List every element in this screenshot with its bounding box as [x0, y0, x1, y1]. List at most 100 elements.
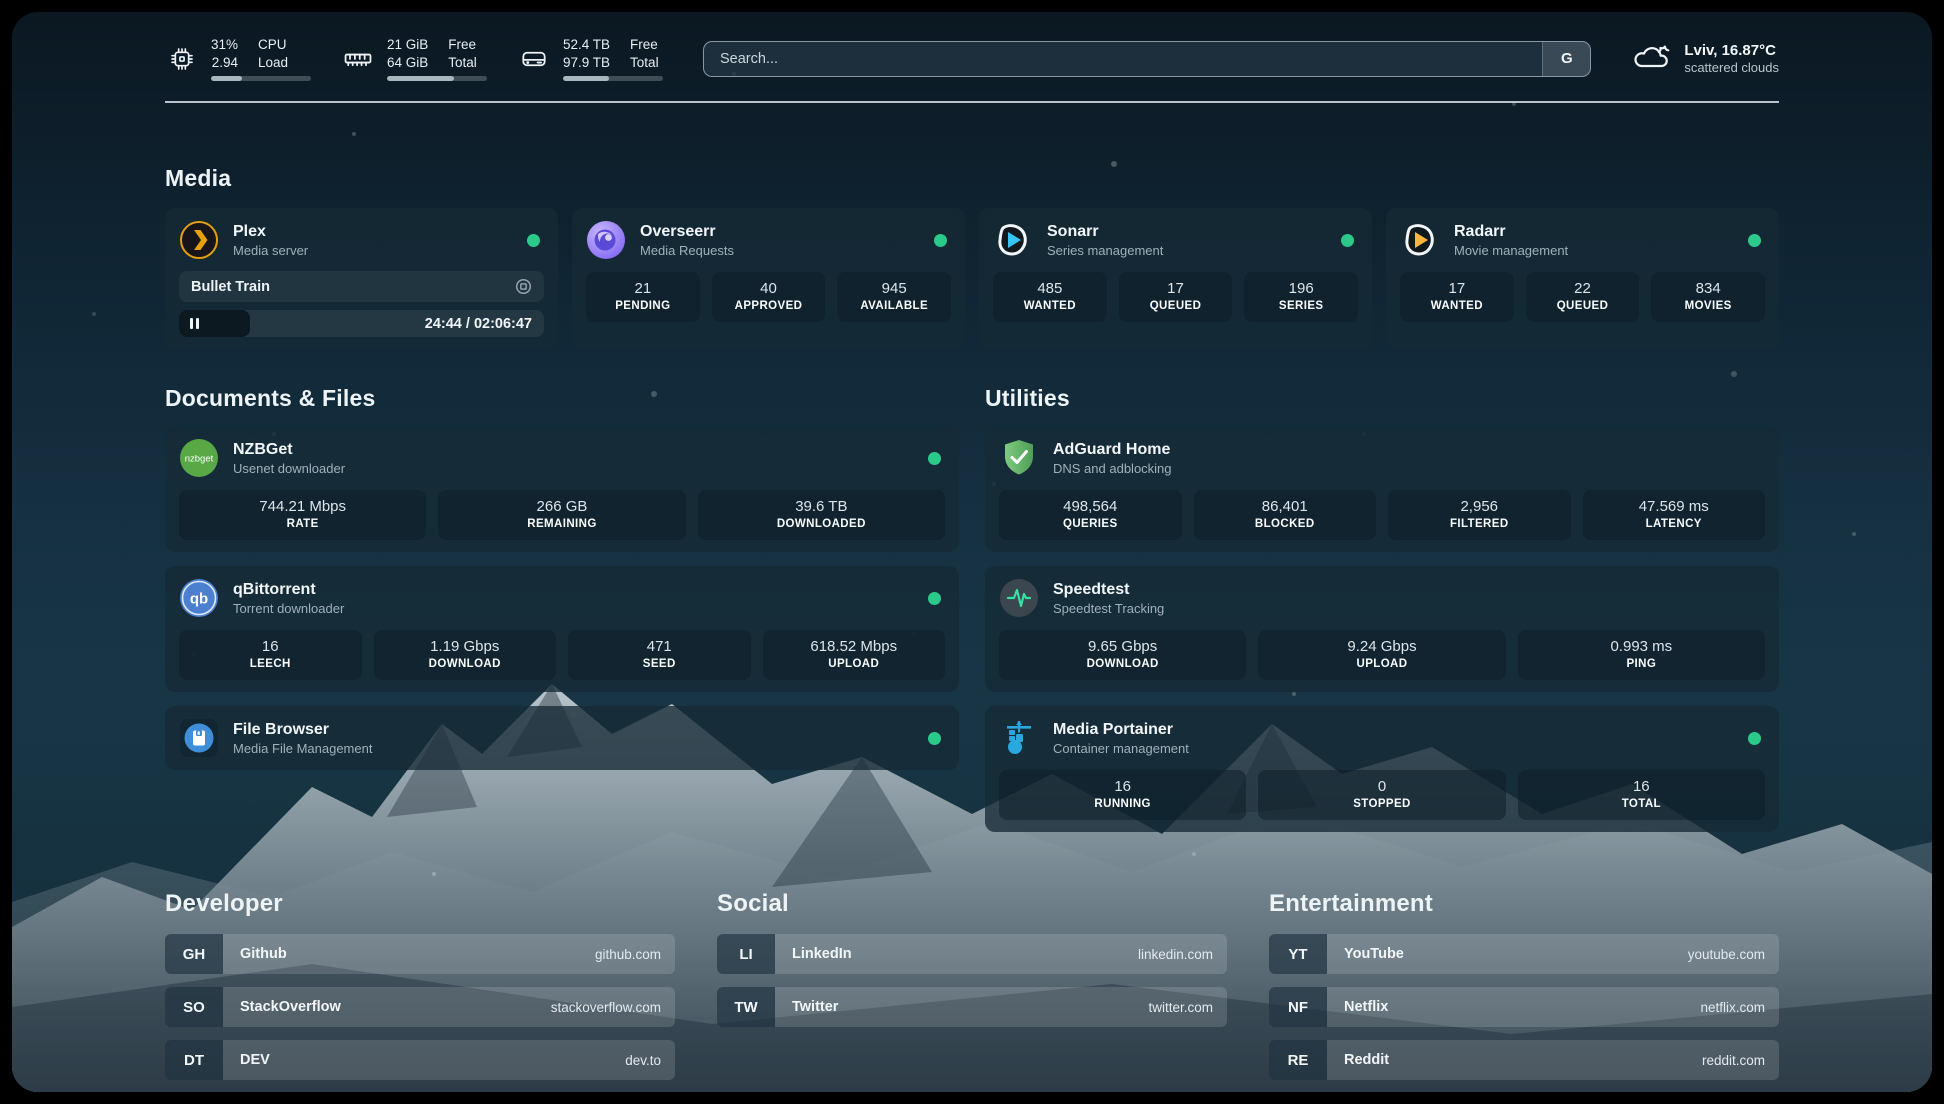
service-card-adguard[interactable]: AdGuard Home DNS and adblocking 498,564 …: [985, 426, 1779, 552]
bookmark-url: dev.to: [625, 1053, 661, 1068]
service-name: Overseerr: [640, 223, 734, 241]
section-media: Media Plex Medi: [165, 165, 1779, 349]
stat-wanted: 17 WANTED: [1400, 272, 1514, 322]
stat-approved: 40 APPROVED: [712, 272, 826, 322]
service-name: Radarr: [1454, 223, 1568, 241]
service-card-overseerr[interactable]: Overseerr Media Requests 21 PENDING 40 A…: [572, 208, 965, 349]
stat-queued: 17 QUEUED: [1119, 272, 1233, 322]
search-input[interactable]: [704, 42, 1542, 76]
bookmark-abbr: NF: [1269, 987, 1327, 1027]
bookmark-abbr: SO: [165, 987, 223, 1027]
service-card-filebrowser[interactable]: File Browser Media File Management: [165, 706, 959, 770]
service-description: Media server: [233, 243, 308, 258]
stat-upload: 9.24 Gbps UPLOAD: [1258, 630, 1505, 680]
service-description: DNS and adblocking: [1053, 461, 1172, 476]
top-bar: 31% 2.94 CPU Load: [165, 12, 1779, 81]
cpu-load-label: Load: [258, 54, 288, 72]
bookmark-reddit[interactable]: RE Reddit reddit.com: [1269, 1040, 1779, 1080]
status-online-dot: [928, 732, 941, 745]
cpu-usage-value: 31%: [211, 36, 238, 54]
bookmark-group-title: Entertainment: [1269, 890, 1779, 918]
bookmark-abbr: LI: [717, 934, 775, 974]
status-online-dot: [527, 234, 540, 247]
service-name: NZBGet: [233, 441, 345, 459]
stat-total: 16 TOTAL: [1518, 770, 1765, 820]
service-name: File Browser: [233, 721, 372, 739]
bookmark-url: youtube.com: [1688, 947, 1765, 962]
stat-movies: 834 MOVIES: [1651, 272, 1765, 322]
bookmark-name: Reddit: [1344, 1052, 1389, 1068]
bookmark-twitter[interactable]: TW Twitter twitter.com: [717, 987, 1227, 1027]
stat-running: 16 RUNNING: [999, 770, 1246, 820]
bookmark-url: netflix.com: [1700, 1000, 1765, 1015]
stat-download: 1.19 Gbps DOWNLOAD: [374, 630, 557, 680]
search-provider-button[interactable]: G: [1542, 42, 1590, 76]
bookmark-abbr: GH: [165, 934, 223, 974]
service-card-radarr[interactable]: Radarr Movie management 17 WANTED 22 QUE…: [1386, 208, 1779, 349]
bookmark-github[interactable]: GH Github github.com: [165, 934, 675, 974]
disk-resource-widget: 52.4 TB 97.9 TB Free Total: [517, 36, 663, 81]
stat-seed: 471 SEED: [568, 630, 751, 680]
disk-icon: [517, 42, 551, 76]
cloud-icon: [1631, 39, 1671, 78]
cpu-load-value: 2.94: [211, 54, 238, 72]
nzbget-logo-icon: nzbget: [179, 438, 219, 478]
bookmark-group-title: Developer: [165, 890, 675, 918]
stat-filtered: 2,956 FILTERED: [1388, 490, 1571, 540]
stat-available: 945 AVAILABLE: [837, 272, 951, 322]
service-card-nzbget[interactable]: nzbget NZBGet Usenet downloader 744.21 M…: [165, 426, 959, 552]
bookmark-url: linkedin.com: [1138, 947, 1213, 962]
bookmark-dev[interactable]: DT DEV dev.to: [165, 1040, 675, 1080]
plex-logo-icon: [179, 220, 219, 260]
disk-total-label: Total: [630, 54, 659, 72]
disk-usage-bar: [563, 76, 663, 81]
cpu-usage-bar: [211, 76, 311, 81]
service-name: qBittorrent: [233, 581, 344, 599]
memory-icon: [341, 42, 375, 76]
section-title-media: Media: [165, 165, 1779, 192]
playback-progress-bar[interactable]: 24:44 / 02:06:47: [179, 310, 544, 337]
topbar-divider: [165, 101, 1779, 103]
disk-total-value: 97.9 TB: [563, 54, 610, 72]
bookmark-abbr: DT: [165, 1040, 223, 1080]
status-online-dot: [1341, 234, 1354, 247]
now-playing-row: Bullet Train: [179, 271, 544, 302]
pause-icon[interactable]: [190, 318, 199, 329]
bookmark-name: DEV: [240, 1052, 270, 1068]
stat-ping: 0.993 ms PING: [1518, 630, 1765, 680]
service-description: Container management: [1053, 741, 1189, 756]
service-card-speedtest[interactable]: Speedtest Speedtest Tracking 9.65 Gbps D…: [985, 566, 1779, 692]
section-title-utilities: Utilities: [985, 385, 1779, 412]
bookmark-name: Netflix: [1344, 999, 1388, 1015]
service-description: Speedtest Tracking: [1053, 601, 1164, 616]
stat-series: 196 SERIES: [1244, 272, 1358, 322]
status-online-dot: [1748, 234, 1761, 247]
search-bar: G: [703, 41, 1591, 77]
service-description: Series management: [1047, 243, 1163, 258]
stat-remaining: 266 GB REMAINING: [438, 490, 685, 540]
service-description: Usenet downloader: [233, 461, 345, 476]
bookmark-linkedin[interactable]: LI LinkedIn linkedin.com: [717, 934, 1227, 974]
service-card-sonarr[interactable]: Sonarr Series management 485 WANTED 17 Q…: [979, 208, 1372, 349]
weather-condition: scattered clouds: [1684, 60, 1779, 75]
service-card-qbittorrent[interactable]: qb qBittorrent Torrent downloader 16 LEE…: [165, 566, 959, 692]
disk-free-value: 52.4 TB: [563, 36, 610, 54]
bookmark-name: Twitter: [792, 999, 838, 1015]
stat-rate: 744.21 Mbps RATE: [179, 490, 426, 540]
bookmark-stackoverflow[interactable]: SO StackOverflow stackoverflow.com: [165, 987, 675, 1027]
stop-icon[interactable]: [515, 278, 532, 295]
weather-widget[interactable]: Lviv, 16.87°C scattered clouds: [1631, 39, 1779, 78]
bookmark-netflix[interactable]: NF Netflix netflix.com: [1269, 987, 1779, 1027]
service-card-plex[interactable]: Plex Media server Bullet Train: [165, 208, 558, 349]
bookmark-abbr: YT: [1269, 934, 1327, 974]
bookmark-name: Github: [240, 946, 287, 962]
service-name: Speedtest: [1053, 581, 1164, 599]
bookmark-url: twitter.com: [1148, 1000, 1213, 1015]
bookmark-youtube[interactable]: YT YouTube youtube.com: [1269, 934, 1779, 974]
qbittorrent-logo-icon: qb: [179, 578, 219, 618]
radarr-logo-icon: [1400, 220, 1440, 260]
stat-queued: 22 QUEUED: [1526, 272, 1640, 322]
stat-blocked: 86,401 BLOCKED: [1194, 490, 1377, 540]
service-card-portainer[interactable]: Media Portainer Container management 16 …: [985, 706, 1779, 832]
bookmark-group-developer: Developer GH Github github.com SO StackO…: [165, 890, 675, 1092]
